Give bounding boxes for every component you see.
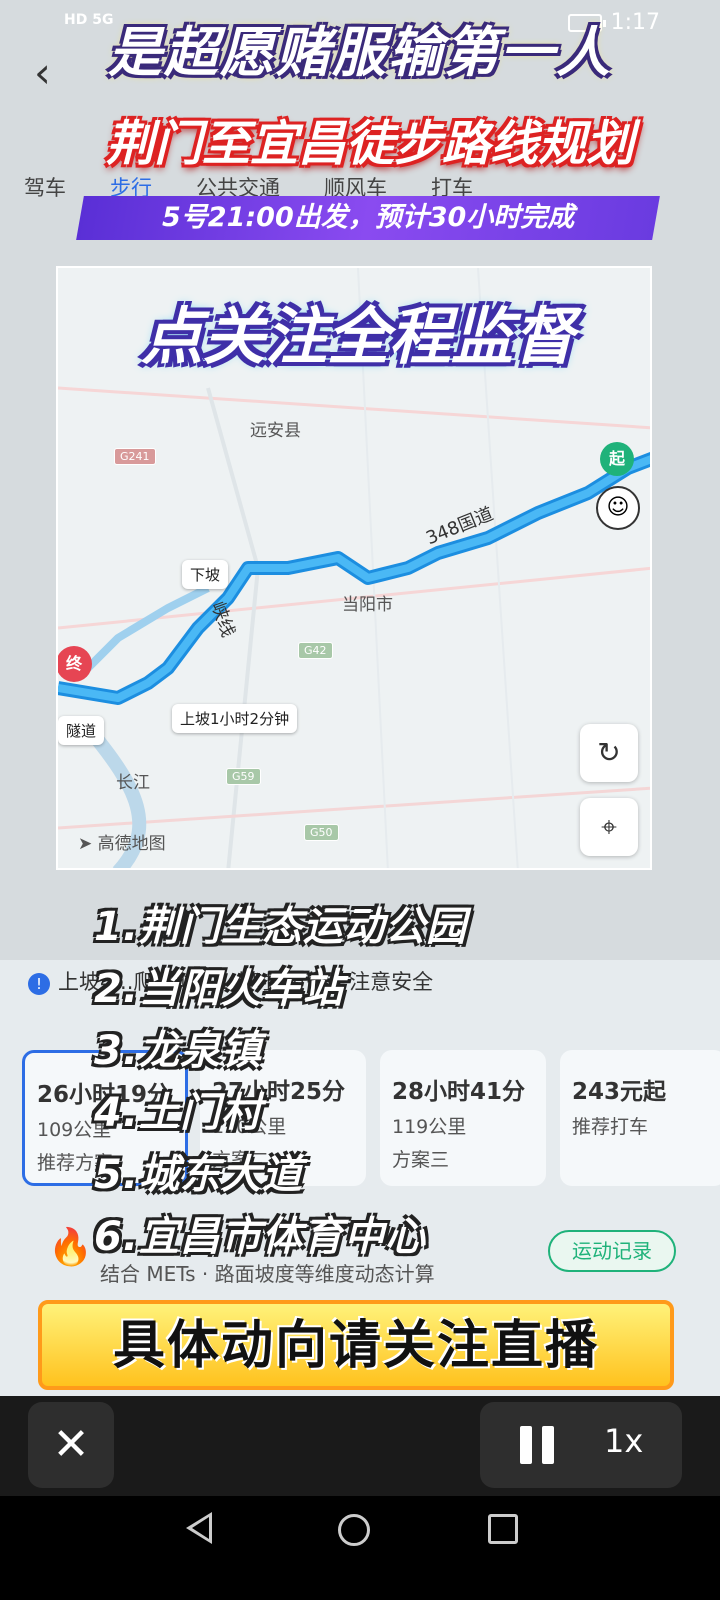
nav-recent-icon[interactable]: [488, 1514, 518, 1544]
pin-label-uphill: 上坡1小时2分钟: [172, 704, 298, 733]
nav-back-icon[interactable]: [186, 1512, 212, 1544]
stops-list: 1.荆门生态运动公园 2.当阳火车站 3.龙泉镇 4.土门村 5.城东大道 6.…: [94, 896, 654, 1268]
avatar: ☺: [596, 486, 640, 530]
depart-text: 5号21:00出发，预计30小时完成: [161, 202, 575, 233]
close-button[interactable]: ✕: [28, 1402, 114, 1488]
list-item: 6.宜昌市体育中心: [94, 1214, 427, 1260]
fire-icon: 🔥: [48, 1227, 93, 1268]
map-label-dangyang: 当阳市: [342, 595, 393, 615]
list-item: 4.土门村: [94, 1090, 263, 1136]
tab-drive[interactable]: 驾车: [24, 172, 66, 202]
map-logo: ➤ 高德地图: [78, 834, 166, 854]
bottom-banner: 具体动向请关注直播: [38, 1300, 674, 1390]
list-item: 1.荆门生态运动公园: [94, 904, 468, 950]
route-title: 荆门至宜昌徒步路线规划: [105, 116, 634, 172]
end-marker: 终: [58, 646, 92, 682]
refresh-icon[interactable]: ↻: [580, 724, 638, 782]
start-marker: 起: [600, 442, 634, 476]
depart-banner: 5号21:00出发，预计30小时完成: [76, 196, 660, 240]
pin-label-tunnel: 隧道: [58, 716, 105, 745]
road-badge-g241: G241: [114, 448, 156, 465]
nav-home-icon[interactable]: [338, 1514, 370, 1546]
road-badge-g59: G59: [226, 768, 261, 785]
playback-controls: 1x: [480, 1402, 682, 1488]
locate-icon[interactable]: ⌖: [580, 798, 638, 856]
map-label-yuanan: 远安县: [250, 421, 301, 441]
list-item: 2.当阳火车站: [94, 966, 345, 1012]
road-badge-g50: G50: [304, 824, 339, 841]
system-nav-bar: [0, 1496, 720, 1600]
follow-banner: 点关注全程监督: [140, 300, 575, 373]
list-item: 3.龙泉镇: [94, 1028, 263, 1074]
top-title: 是超愿赌服输第一人: [108, 21, 612, 84]
info-icon: !: [28, 973, 50, 995]
pause-icon[interactable]: [518, 1426, 558, 1464]
close-icon: ✕: [52, 1419, 90, 1470]
map-logo-text: 高德地图: [97, 834, 166, 854]
speed-button[interactable]: 1x: [604, 1422, 643, 1460]
map-label-changjiang: 长江: [116, 773, 150, 793]
route-map-card: 点关注全程监督 远安县 当阳市 348国道 峡线 长江 G241 G42 G59…: [56, 266, 652, 870]
pin-label-downhill: 下坡: [182, 560, 229, 589]
list-item: 5.城东大道: [94, 1152, 304, 1198]
road-badge-g42: G42: [298, 642, 333, 659]
